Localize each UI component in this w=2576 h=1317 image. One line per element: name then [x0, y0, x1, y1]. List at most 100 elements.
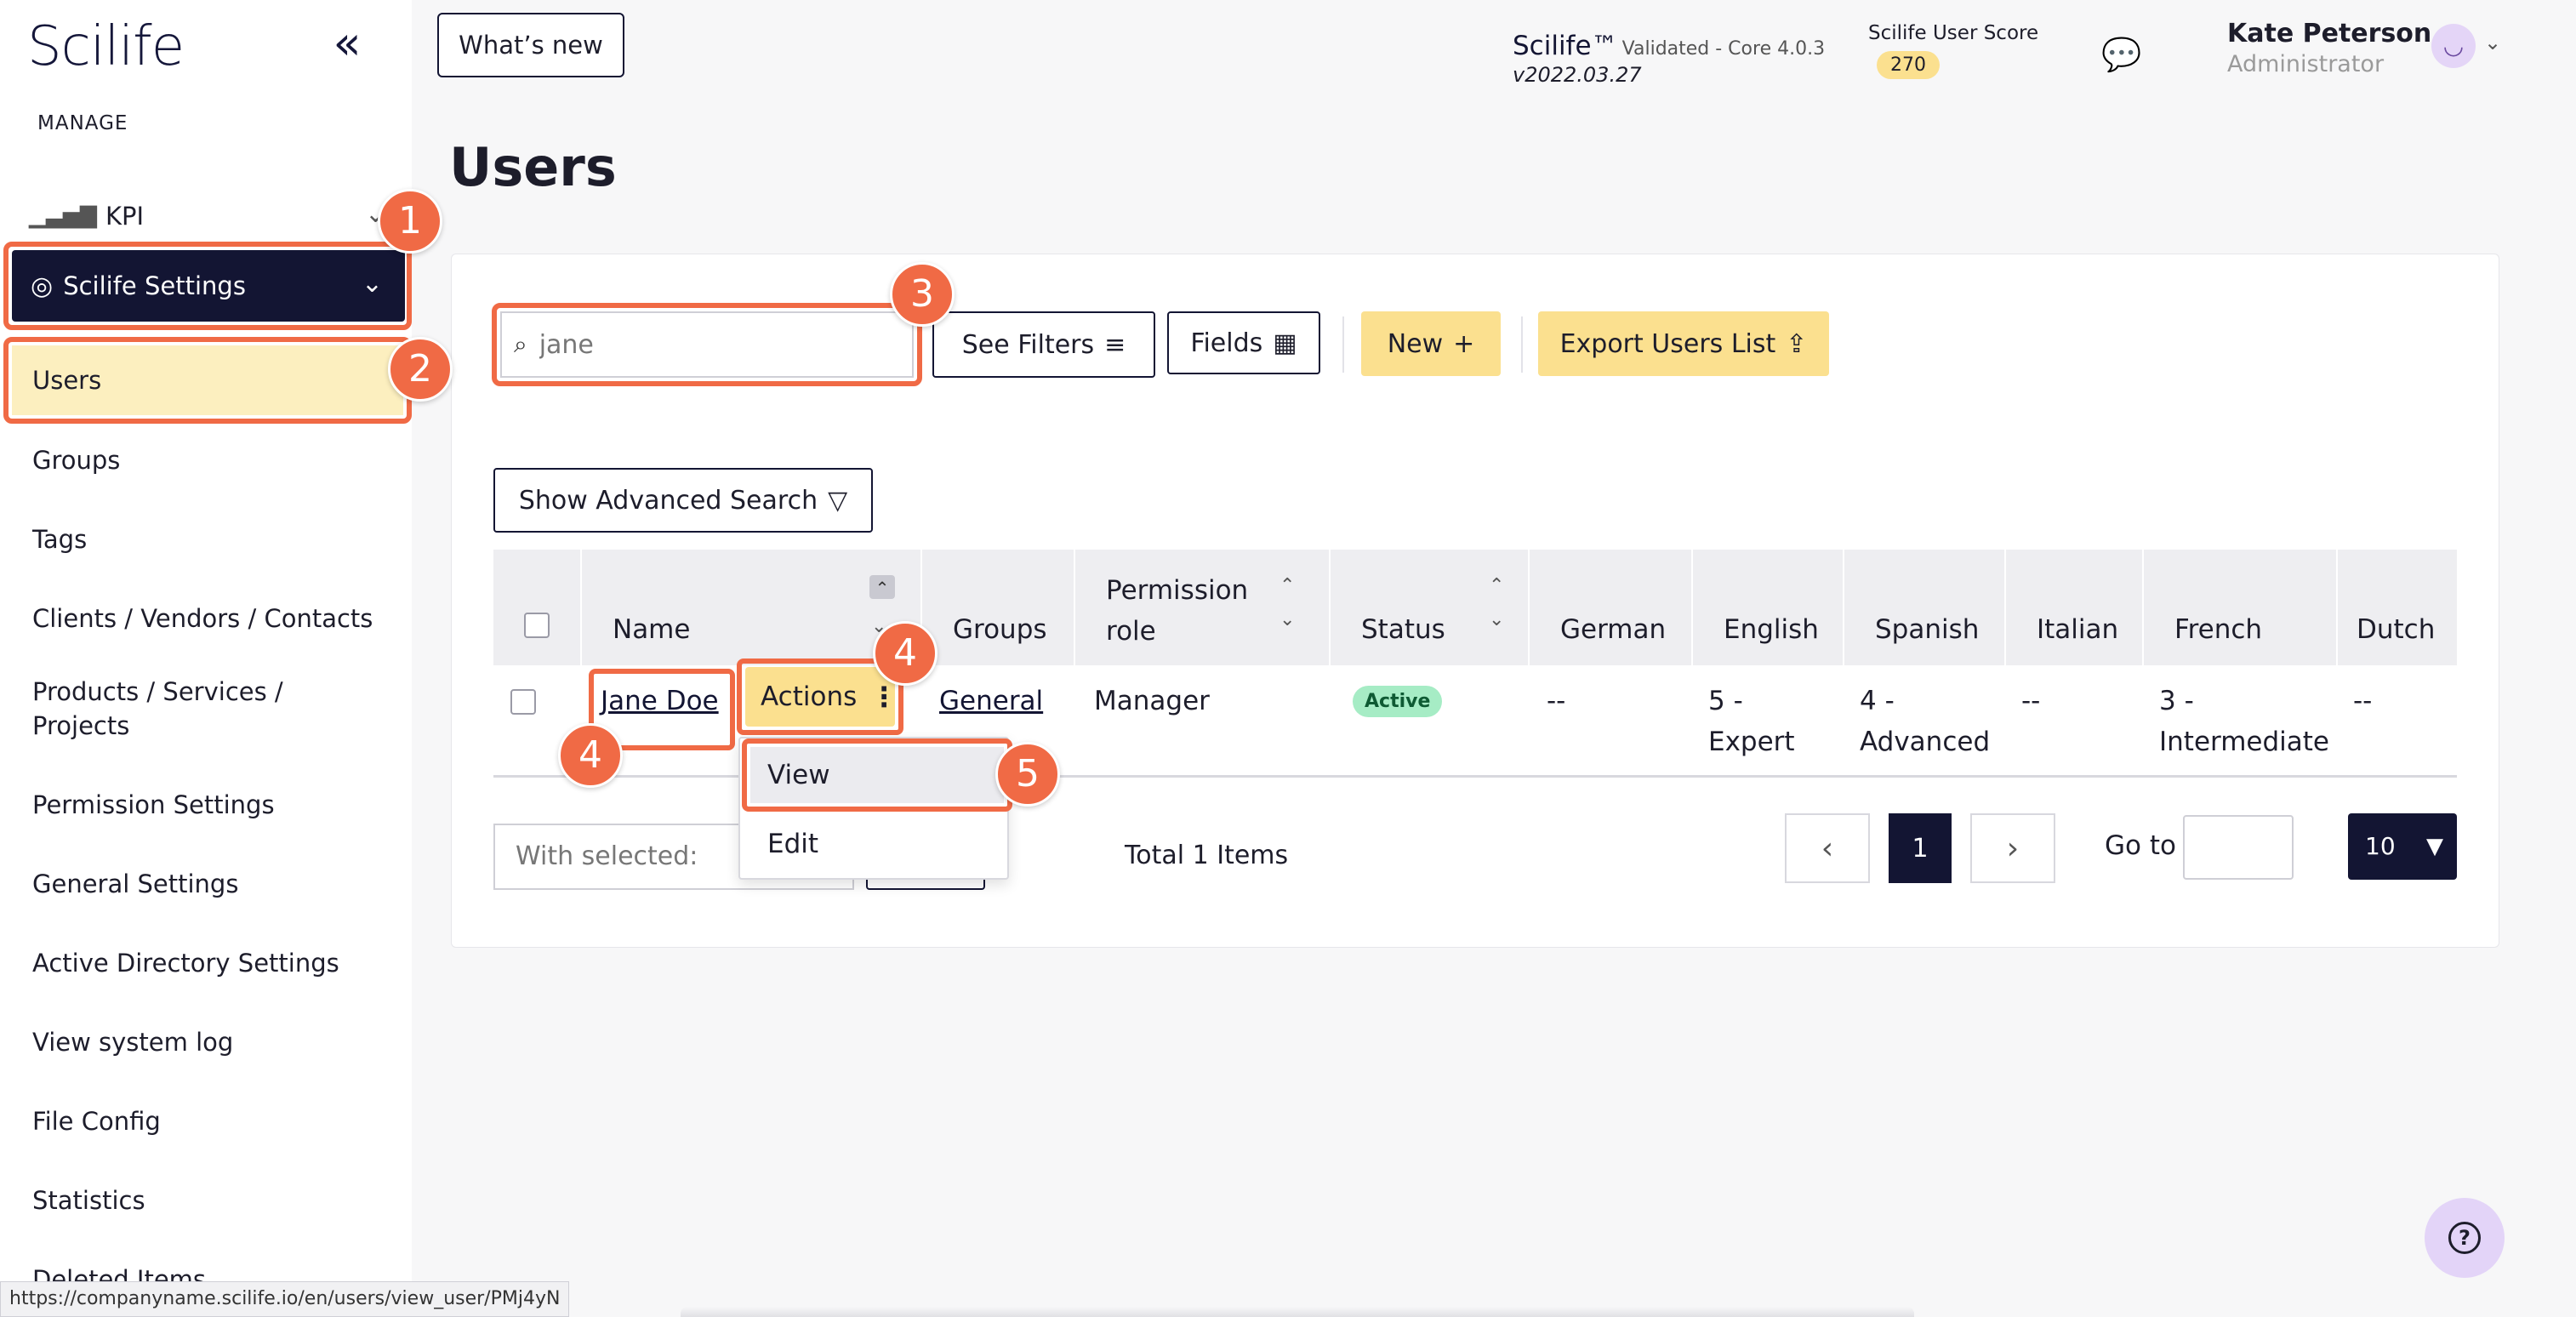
column-header-dutch[interactable]: Dutch — [2338, 550, 2457, 665]
column-header-status[interactable]: Status ⌃ ⌄ — [1331, 550, 1530, 665]
button-label: Show Advanced Search — [518, 485, 818, 516]
sidebar-item-tags[interactable]: Tags — [32, 522, 390, 556]
export-users-button[interactable]: Export Users List ⇪ — [1538, 311, 1829, 376]
link-status-url: https://companyname.scilife.io/en/users/… — [0, 1281, 570, 1317]
chevron-down-icon: ⌄ — [361, 269, 383, 299]
sort-up-icon[interactable]: ⌃ — [869, 575, 895, 599]
menu-item-edit[interactable]: Edit — [750, 818, 1004, 869]
step-badge-4b: 4 — [873, 621, 938, 686]
see-filters-button[interactable]: See Filters ≡ — [932, 311, 1155, 378]
sidebar-item-label: KPI — [105, 202, 145, 231]
goto-label: Go to — [2105, 830, 2176, 861]
column-header-permission-role[interactable]: Permission role ⌃ ⌄ — [1075, 550, 1331, 665]
button-label: New — [1387, 328, 1444, 359]
table-grid-icon: ▦ — [1273, 328, 1297, 358]
column-header-german[interactable]: German — [1530, 550, 1693, 665]
sidebar-item-scilife-settings[interactable]: ◎ Scilife Settings ⌄ — [12, 250, 405, 322]
sort-up-icon[interactable]: ⌃ — [1279, 575, 1295, 596]
column-label: Spanish — [1875, 614, 1980, 645]
chat-icon[interactable]: 💬 — [2101, 36, 2142, 77]
filter-lines-icon: ≡ — [1104, 329, 1126, 360]
sidebar-item-users[interactable]: Users — [12, 345, 403, 415]
column-label: Dutch — [2357, 614, 2436, 645]
step-badge-4: 4 — [558, 723, 623, 788]
page-size-value: 10 — [2365, 832, 2396, 860]
total-items: Total 1 Items — [1125, 841, 1289, 870]
bottom-edge — [681, 1307, 1914, 1317]
permission-role-cell: Manager — [1094, 686, 1210, 716]
step-badge-2: 2 — [388, 337, 453, 402]
column-label: Italian — [2037, 614, 2119, 645]
sidebar-item-groups[interactable]: Groups — [32, 443, 390, 477]
column-header-english[interactable]: English — [1693, 550, 1844, 665]
validated-label: Validated - Core 4.0.3 — [1621, 38, 1826, 60]
column-header-name[interactable]: Name — [582, 550, 922, 665]
column-header-italian[interactable]: Italian — [2006, 550, 2144, 665]
spanish-cell: 4 - Advanced — [1860, 686, 1991, 757]
column-label: German — [1560, 614, 1667, 645]
french-cell: 3 - Intermediate — [2159, 686, 2330, 757]
user-score-label: Scilife User Score — [1868, 22, 2039, 44]
sidebar-item-general-settings[interactable]: General Settings — [32, 867, 390, 901]
sidebar-item-view-system-log[interactable]: View system log — [32, 1025, 390, 1059]
sidebar-item-products-services-projects[interactable]: Products / Services / Projects — [32, 675, 322, 743]
step-highlight — [742, 738, 1012, 812]
column-header-french[interactable]: French — [2144, 550, 2338, 665]
page-size-select[interactable]: 10 ▼ — [2348, 813, 2457, 880]
button-label: Fields — [1190, 328, 1263, 358]
show-advanced-search-button[interactable]: Show Advanced Search ▽ — [493, 468, 873, 533]
search-icon: ⌕ — [514, 330, 527, 358]
sidebar-item-permission-settings[interactable]: Permission Settings — [32, 788, 390, 822]
column-label: French — [2174, 614, 2263, 645]
sidebar-item-active-directory-settings[interactable]: Active Directory Settings — [32, 946, 390, 980]
search-box[interactable]: ⌕ — [500, 311, 914, 378]
group-link[interactable]: General — [939, 681, 1043, 721]
select-all-checkbox[interactable] — [524, 613, 550, 638]
select-all-cell — [493, 550, 582, 665]
plus-icon: + — [1453, 328, 1475, 359]
fields-button[interactable]: Fields ▦ — [1167, 311, 1320, 374]
sidebar-item-label: Scilife Settings — [63, 271, 246, 300]
new-user-button[interactable]: New + — [1361, 311, 1501, 376]
row-checkbox[interactable] — [510, 689, 536, 715]
divider — [1342, 316, 1344, 373]
actions-button[interactable]: Actions ⋮ — [745, 667, 898, 727]
prev-page-button[interactable]: ‹ — [1785, 813, 1870, 883]
gear-icon: ◎ — [31, 271, 54, 301]
more-vertical-icon: ⋮ — [870, 681, 898, 713]
sidebar-item-label: Users — [32, 366, 102, 395]
sidebar-item-file-config[interactable]: File Config — [32, 1104, 390, 1138]
goto-page-input[interactable] — [2183, 815, 2294, 880]
avatar[interactable]: ◡ — [2431, 24, 2476, 68]
chevron-down-icon[interactable]: ⌄ — [2484, 31, 2501, 54]
upload-icon: ⇪ — [1786, 328, 1808, 359]
dutch-cell: -- — [2353, 686, 2373, 716]
sidebar-item-statistics[interactable]: Statistics — [32, 1183, 390, 1217]
scilife-logo: Scilife — [27, 15, 185, 78]
search-input[interactable] — [539, 329, 880, 360]
sort-down-icon[interactable]: ⌄ — [1279, 609, 1295, 630]
next-page-button[interactable]: › — [1970, 813, 2055, 883]
sort-down-icon[interactable]: ⌄ — [1489, 609, 1504, 630]
brand-name: Scilife™ — [1513, 31, 1618, 61]
user-score-badge: 270 — [1877, 51, 1940, 79]
question-icon: ? — [2448, 1222, 2481, 1254]
help-button[interactable]: ? — [2425, 1198, 2505, 1278]
column-header-spanish[interactable]: Spanish — [1844, 550, 2006, 665]
section-label: MANAGE — [37, 112, 128, 134]
sidebar-item-kpi[interactable]: ▁▃▅▇ KPI ⌄ — [29, 191, 395, 242]
column-label: Permission role — [1106, 575, 1249, 647]
user-name: Kate Peterson — [2227, 19, 2432, 48]
status-badge: Active — [1353, 686, 1443, 717]
divider — [1521, 316, 1523, 373]
button-label: See Filters — [961, 329, 1095, 360]
english-cell: 5 - Expert — [1708, 686, 1795, 757]
current-page-button[interactable]: 1 — [1889, 813, 1952, 883]
collapse-sidebar-icon[interactable]: « — [323, 20, 371, 70]
column-label: English — [1724, 614, 1819, 645]
column-header-groups[interactable]: Groups — [922, 550, 1075, 665]
whats-new-button[interactable]: What’s new — [437, 13, 624, 77]
sort-up-icon[interactable]: ⌃ — [1489, 575, 1504, 596]
sidebar-item-clients-vendors-contacts[interactable]: Clients / Vendors / Contacts — [32, 601, 390, 636]
caret-down-icon: ▼ — [2426, 834, 2443, 859]
